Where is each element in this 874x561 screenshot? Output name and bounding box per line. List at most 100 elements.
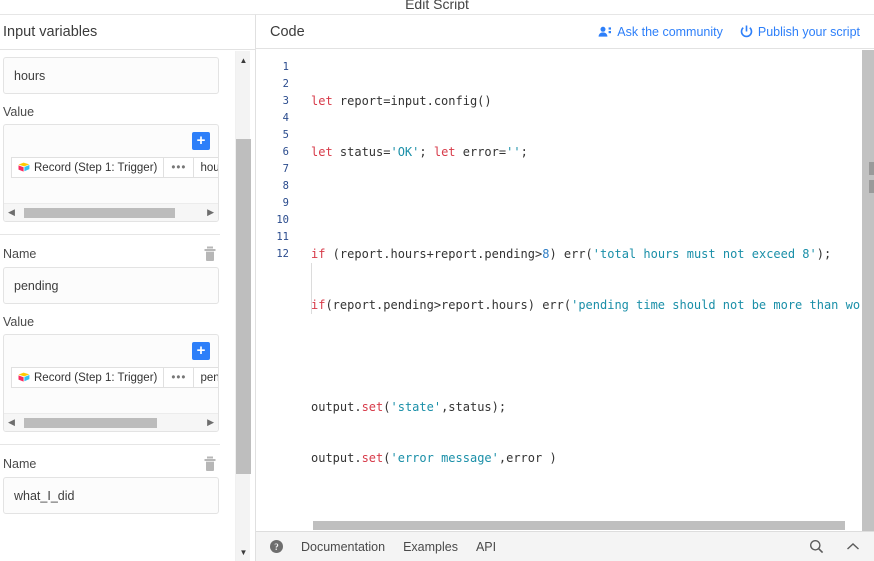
token-chip-pending[interactable]: Record (Step 1: Trigger) ••• pending — [11, 367, 218, 388]
ask-the-community-label: Ask the community — [617, 24, 723, 39]
search-icon[interactable] — [809, 539, 824, 554]
line-number: 11 — [276, 231, 289, 243]
variable-block-pending: Name Value + — [0, 246, 234, 445]
variable-name-row-pending: Name — [3, 246, 217, 262]
record-token-label: Record (Step 1: Trigger) — [34, 371, 158, 384]
add-token-button-pending[interactable]: + — [192, 342, 210, 360]
code-panel-title: Code — [270, 23, 305, 40]
code-bottom-bar: ? Documentation Examples API — [256, 531, 874, 561]
record-token-chip[interactable]: Record (Step 1: Trigger) — [11, 157, 165, 178]
line-number-gutter: 1 2 3 4 5 6 7 8 9 10 11 12 — [256, 59, 292, 263]
line-number: 10 — [276, 214, 289, 226]
code-line-2: let status='OK'; let error=''; — [311, 145, 528, 159]
api-link[interactable]: API — [476, 540, 496, 554]
record-token-separator[interactable]: ••• — [164, 367, 195, 388]
code-editor[interactable]: 1 2 3 4 5 6 7 8 9 10 11 12 let report=in… — [256, 50, 862, 531]
variable-block-what-i-did: Name — [0, 456, 234, 514]
plus-icon: + — [196, 131, 206, 149]
variable-name-input-pending[interactable] — [3, 267, 219, 304]
publish-your-script-link[interactable]: Publish your script — [740, 25, 860, 39]
plus-icon: + — [196, 341, 206, 359]
help-icon[interactable]: ? — [270, 540, 283, 553]
code-scroll-marker — [869, 180, 874, 193]
record-token-separator[interactable]: ••• — [164, 157, 195, 178]
hscroll-track[interactable] — [18, 418, 196, 428]
record-token-field[interactable]: pending — [194, 367, 218, 388]
scroll-down-icon[interactable]: ▼ — [236, 545, 251, 559]
line-number: 4 — [282, 112, 289, 124]
input-variables-title: Input variables — [3, 24, 98, 40]
hscroll-thumb[interactable] — [24, 418, 157, 428]
documentation-link[interactable]: Documentation — [301, 540, 385, 554]
code-header-actions: Ask the community Publish your script — [598, 25, 860, 39]
line-number: 1 — [282, 61, 289, 73]
code-vertical-scrollbar[interactable] — [862, 50, 874, 531]
dialog-title: Edit Script — [405, 0, 469, 10]
add-token-button-hours[interactable]: + — [192, 132, 210, 150]
edit-script-dialog: Edit Script Input variables Value + — [0, 0, 874, 561]
variable-name-label-pending: Name — [3, 247, 37, 261]
line-number: 8 — [282, 180, 289, 192]
line-number: 3 — [282, 95, 289, 107]
code-content[interactable]: let report=input.config() let status='OK… — [311, 59, 862, 531]
delete-variable-icon[interactable] — [203, 456, 217, 472]
value-box-hscrollbar-pending[interactable]: ◀ ▶ — [4, 413, 218, 431]
hscroll-track[interactable] — [18, 208, 196, 218]
scroll-right-icon[interactable]: ▶ — [207, 207, 214, 218]
variable-value-label-pending: Value — [3, 315, 35, 329]
line-number: 5 — [282, 129, 289, 141]
record-token-label: Record (Step 1: Trigger) — [34, 161, 158, 174]
variable-value-box-hours: + Record (Step 1: Trigger) ••• hou ◀ ▶ — [3, 124, 219, 222]
scroll-left-icon[interactable]: ◀ — [8, 417, 15, 428]
examples-link[interactable]: Examples — [403, 540, 458, 554]
airtable-record-icon — [18, 162, 30, 173]
token-chip-hours[interactable]: Record (Step 1: Trigger) ••• hours — [11, 157, 218, 178]
publish-your-script-label: Publish your script — [757, 24, 860, 39]
line-number: 6 — [282, 146, 289, 158]
publish-icon — [740, 25, 753, 38]
delete-variable-icon[interactable] — [203, 246, 217, 262]
scroll-right-icon[interactable]: ▶ — [207, 417, 214, 428]
ask-the-community-link[interactable]: Ask the community — [598, 25, 723, 39]
code-line-1: let report=input.config() — [311, 94, 492, 108]
code-line-5: if(report.pending>report.hours) err('pen… — [311, 298, 862, 312]
record-token-chip[interactable]: Record (Step 1: Trigger) — [11, 367, 165, 388]
variable-name-input-hours[interactable] — [3, 57, 219, 94]
variable-name-label-what-i-did: Name — [3, 457, 37, 471]
code-scroll-marker — [869, 162, 874, 175]
variable-value-label-hours: Value — [3, 105, 35, 119]
variable-name-input-what-i-did[interactable] — [3, 477, 219, 514]
variable-divider — [0, 444, 220, 445]
code-horizontal-scrollbar[interactable] — [256, 518, 862, 531]
sidebar-vertical-scrollbar[interactable]: ▲ ▼ — [235, 51, 251, 561]
hscroll-thumb[interactable] — [24, 208, 175, 218]
code-line-8: output.set('error message',error ) — [311, 451, 557, 465]
input-variables-panel: Input variables Value + — [0, 14, 256, 561]
chevron-up-icon[interactable] — [846, 542, 860, 552]
code-line-4: if (report.hours+report.pending>8) err('… — [311, 247, 832, 261]
input-variables-header: Input variables — [0, 15, 255, 50]
scroll-up-icon[interactable]: ▲ — [236, 53, 251, 67]
airtable-record-icon — [18, 372, 30, 383]
scroll-left-icon[interactable]: ◀ — [8, 207, 15, 218]
record-token-field[interactable]: hours — [194, 157, 218, 178]
sidebar-scroll-thumb[interactable] — [236, 139, 251, 474]
input-variables-list: Value + — [0, 51, 234, 561]
code-panel: Code Ask the community Publish your scri… — [256, 14, 874, 561]
bottom-bar-actions — [809, 539, 860, 554]
code-line-7: output.set('state',status); — [311, 400, 507, 414]
line-number: 2 — [282, 78, 289, 90]
value-box-hscrollbar-hours[interactable]: ◀ ▶ — [4, 203, 218, 221]
people-icon — [598, 26, 612, 38]
line-number: 9 — [282, 197, 289, 209]
code-hscroll-thumb[interactable] — [313, 521, 845, 530]
line-number: 12 — [276, 248, 289, 260]
variable-name-row-what-i-did: Name — [3, 456, 217, 472]
variable-block-hours: Value + — [0, 51, 234, 235]
variable-value-box-pending: + Record (Step 1: Trigger) ••• pen ◀ ▶ — [3, 334, 219, 432]
code-panel-header: Code Ask the community Publish your scri… — [256, 15, 874, 49]
variable-divider — [0, 234, 220, 235]
